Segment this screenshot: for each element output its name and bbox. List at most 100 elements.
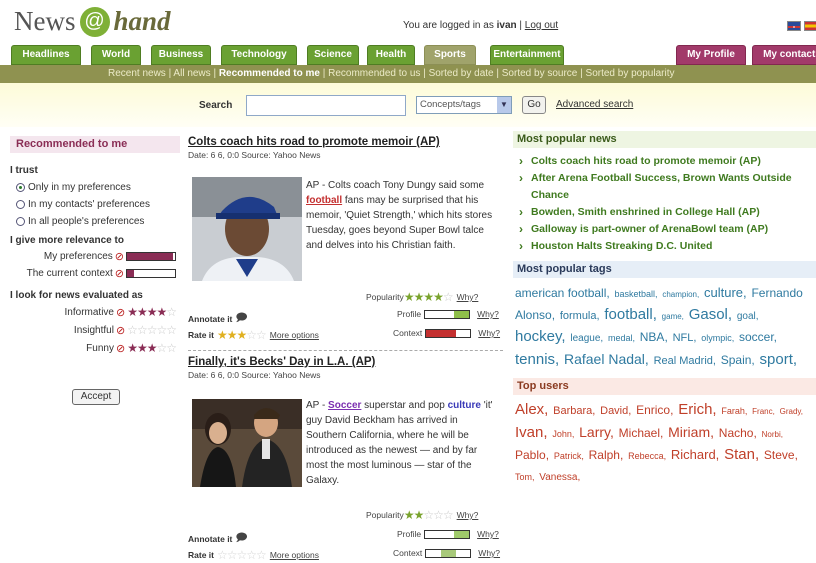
popular-news-item[interactable]: Galloway is part-owner of ArenaBowl team… — [519, 221, 816, 238]
subnav-recommended-me[interactable]: Recommended to me — [219, 68, 320, 79]
highlighted-tag[interactable]: Soccer — [328, 400, 361, 411]
tab-my-profile[interactable]: My Profile — [676, 45, 746, 65]
relevance-slider[interactable] — [126, 252, 176, 261]
chevron-down-icon[interactable]: ▼ — [497, 97, 511, 113]
subnav-sort-date[interactable]: Sorted by date — [429, 68, 494, 79]
tag-link[interactable]: Spain, — [721, 353, 755, 367]
tag-link[interactable]: NBA, — [640, 330, 668, 344]
user-link[interactable]: John, — [552, 429, 574, 439]
user-link[interactable]: Pablo, — [515, 448, 549, 462]
user-link[interactable]: Michael, — [619, 426, 664, 440]
user-link[interactable]: Norbi, — [762, 430, 783, 439]
user-link[interactable]: Miriam, — [668, 424, 714, 440]
search-input[interactable] — [246, 95, 406, 116]
user-link[interactable]: Steve, — [764, 448, 798, 462]
highlighted-tag[interactable]: football — [306, 195, 342, 206]
tag-link[interactable]: formula, — [560, 310, 600, 322]
tag-link[interactable]: medal, — [608, 333, 635, 343]
why-link[interactable]: Why? — [477, 309, 499, 319]
user-link[interactable]: Nacho, — [719, 426, 757, 440]
advanced-search-link[interactable]: Advanced search — [556, 99, 633, 110]
accept-button[interactable]: Accept — [72, 389, 120, 405]
tag-link[interactable]: sport, — [760, 351, 798, 368]
rate-stars[interactable]: ☆☆☆☆☆ — [217, 548, 267, 562]
speech-bubble-icon[interactable]: 🗩 — [235, 529, 247, 548]
tab-business[interactable]: Business — [151, 45, 211, 65]
user-link[interactable]: David, — [600, 405, 631, 417]
why-link[interactable]: Why? — [478, 548, 500, 558]
tab-world[interactable]: World — [91, 45, 141, 65]
user-link[interactable]: Richard, — [671, 447, 719, 462]
trust-option-all[interactable]: In all people's preferences — [10, 216, 180, 227]
english-flag-icon[interactable] — [787, 21, 801, 31]
rate-stars[interactable]: ★★★☆☆ — [217, 328, 267, 342]
why-link[interactable]: Why? — [477, 529, 499, 539]
search-type-select[interactable]: Concepts/tags ▼ — [416, 96, 512, 114]
logout-link[interactable]: Log out — [525, 20, 558, 31]
reset-icon[interactable]: ⊘ — [116, 306, 125, 319]
user-link[interactable]: Tom, — [515, 472, 535, 482]
tag-link[interactable]: league, — [570, 333, 603, 344]
radio-icon[interactable] — [16, 217, 25, 226]
why-link[interactable]: Why? — [457, 510, 479, 520]
star-rating[interactable]: ★★★★☆ — [127, 305, 177, 319]
tag-link[interactable]: olympic, — [701, 333, 734, 343]
tag-link[interactable]: culture, — [704, 285, 747, 300]
tag-link[interactable]: game, — [662, 312, 684, 321]
star-rating[interactable]: ☆☆☆☆☆ — [127, 323, 177, 337]
tag-link[interactable]: champion, — [662, 290, 699, 299]
user-link[interactable]: Barbara, — [553, 405, 595, 417]
popular-news-item[interactable]: After Arena Football Success, Brown Want… — [519, 170, 816, 204]
tab-sports[interactable]: Sports — [424, 45, 476, 65]
subnav-all[interactable]: All news — [173, 68, 210, 79]
user-link[interactable]: Grady, — [780, 407, 803, 416]
go-button[interactable]: Go — [522, 96, 546, 114]
tag-link[interactable]: Gasol, — [689, 306, 732, 323]
article-title[interactable]: Finally, it's Becks' Day in L.A. (AP) — [188, 356, 503, 368]
tag-link[interactable]: NFL, — [673, 332, 697, 344]
article-title[interactable]: Colts coach hits road to promote memoir … — [188, 136, 503, 148]
more-options-link[interactable]: More options — [270, 550, 319, 560]
tag-link[interactable]: american football, — [515, 286, 610, 300]
relevance-slider[interactable] — [126, 269, 176, 278]
user-link[interactable]: Enrico, — [636, 403, 673, 417]
subnav-sort-source[interactable]: Sorted by source — [502, 68, 578, 79]
why-link[interactable]: Why? — [457, 292, 479, 302]
user-link[interactable]: Farah, — [721, 406, 747, 416]
tab-headlines[interactable]: Headlines — [11, 45, 81, 65]
tag-link[interactable]: goal, — [737, 311, 759, 322]
spanish-flag-icon[interactable] — [804, 21, 816, 31]
more-options-link[interactable]: More options — [270, 330, 319, 340]
tag-link[interactable]: Real Madrid, — [654, 355, 716, 367]
speech-bubble-icon[interactable]: 🗩 — [235, 309, 247, 328]
popular-news-item[interactable]: Houston Halts Streaking D.C. United — [519, 238, 816, 255]
subnav-recommended-us[interactable]: Recommended to us — [328, 68, 420, 79]
annotate-link[interactable]: Annotate it — [188, 314, 232, 324]
user-link[interactable]: Larry, — [579, 424, 614, 440]
reset-icon[interactable]: ⊘ — [116, 342, 125, 355]
tag-link[interactable]: basketball, — [615, 289, 658, 299]
tag-link[interactable]: soccer, — [739, 330, 777, 344]
why-link[interactable]: Why? — [478, 328, 500, 338]
user-link[interactable]: Rebecca, — [628, 451, 666, 461]
reset-icon[interactable]: ⊘ — [116, 324, 125, 337]
tag-link[interactable]: Rafael Nadal, — [564, 351, 649, 367]
tab-technology[interactable]: Technology — [221, 45, 297, 65]
user-link[interactable]: Vanessa, — [539, 472, 580, 483]
tab-entertainment[interactable]: Entertainment — [490, 45, 564, 65]
tab-my-contacts[interactable]: My contacts — [752, 45, 816, 65]
popular-news-item[interactable]: Bowden, Smith enshrined in College Hall … — [519, 204, 816, 221]
reset-icon[interactable]: ⊘ — [115, 250, 124, 263]
tag-link[interactable]: hockey, — [515, 328, 566, 345]
popular-news-item[interactable]: Colts coach hits road to promote memoir … — [519, 153, 816, 170]
user-link[interactable]: Alex, — [515, 401, 548, 418]
annotate-link[interactable]: Annotate it — [188, 534, 232, 544]
trust-option-contacts[interactable]: In my contacts' preferences — [10, 199, 180, 210]
tag-link[interactable]: tennis, — [515, 351, 559, 368]
logo[interactable]: News @ hand — [14, 6, 171, 37]
user-link[interactable]: Stan, — [724, 446, 759, 463]
user-link[interactable]: Ivan, — [515, 424, 548, 441]
trust-option-own[interactable]: Only in my preferences — [10, 182, 180, 193]
subnav-sort-popularity[interactable]: Sorted by popularity — [586, 68, 675, 79]
reset-icon[interactable]: ⊘ — [115, 267, 124, 280]
